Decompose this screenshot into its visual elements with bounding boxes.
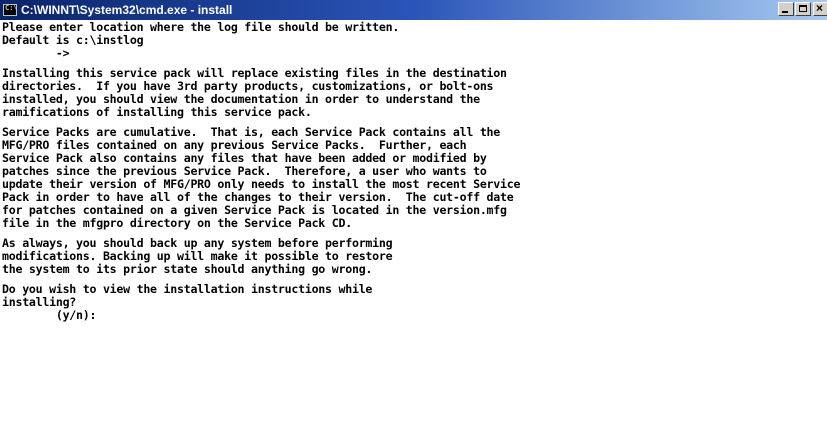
cmd-icon[interactable] bbox=[3, 4, 18, 16]
console-output[interactable]: Please enter location where the log file… bbox=[0, 20, 827, 425]
console-line: Default is c:\instlog bbox=[2, 33, 144, 47]
title-bar[interactable]: C:\WINNT\System32\cmd.exe - install × bbox=[0, 0, 827, 20]
minimize-icon bbox=[782, 11, 788, 13]
close-icon: × bbox=[816, 1, 824, 15]
caption-buttons: × bbox=[777, 1, 827, 18]
console-line: ramifications of installing this service… bbox=[2, 105, 312, 119]
console-line: Do you wish to view the installation ins… bbox=[2, 282, 373, 296]
minimize-button[interactable] bbox=[778, 2, 794, 16]
close-button[interactable]: × bbox=[813, 1, 827, 16]
console-line: (y/n): bbox=[2, 308, 97, 322]
console-line: file in the mfgpro directory on the Serv… bbox=[2, 216, 352, 230]
console-window: C:\WINNT\System32\cmd.exe - install × Pl… bbox=[0, 0, 827, 425]
maximize-icon bbox=[799, 5, 807, 12]
console-line: -> bbox=[2, 46, 70, 60]
window-title: C:\WINNT\System32\cmd.exe - install bbox=[21, 3, 233, 17]
console-line: installing? bbox=[2, 295, 77, 309]
console-line: the system to its prior state should any… bbox=[2, 262, 373, 276]
maximize-button[interactable] bbox=[795, 2, 811, 16]
